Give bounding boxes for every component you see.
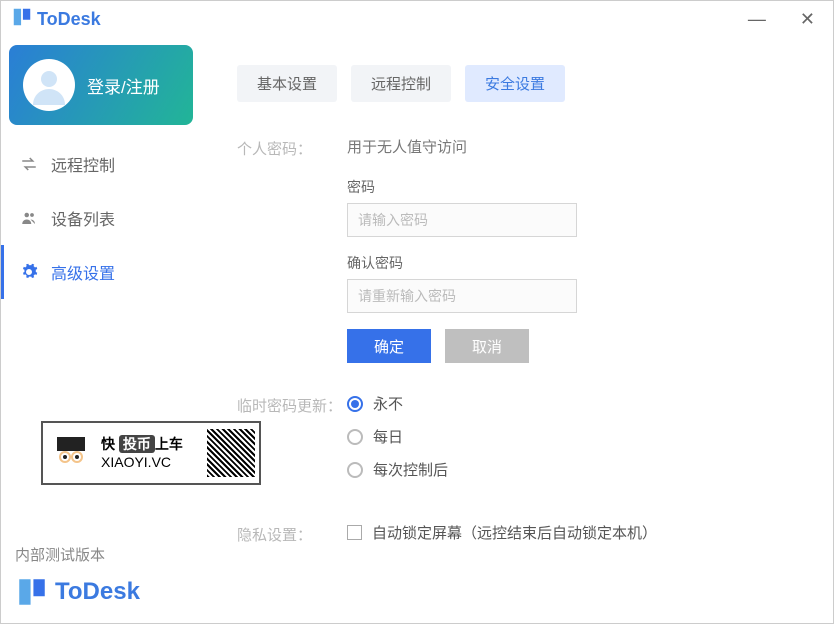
section-label: 个人密码： <box>237 136 347 363</box>
app-title: ToDesk <box>37 9 101 30</box>
swap-icon <box>19 155 39 173</box>
promo-text: 快 投币上车 XIAOYI.VC <box>101 435 183 471</box>
radio-never[interactable]: 永不 <box>347 393 797 414</box>
footer-logo: ToDesk <box>15 575 140 609</box>
radio-label: 每次控制后 <box>373 459 448 480</box>
sidebar-item-devices[interactable]: 设备列表 <box>1 191 201 245</box>
users-icon <box>19 209 39 227</box>
field-label-confirm: 确认密码 <box>347 253 797 273</box>
avatar-icon <box>23 59 75 111</box>
sidebar-item-label: 远程控制 <box>51 152 115 176</box>
cancel-button[interactable]: 取消 <box>445 329 529 363</box>
logo-icon <box>11 6 33 33</box>
sidebar-item-remote[interactable]: 远程控制 <box>1 137 201 191</box>
radio-label: 每日 <box>373 426 403 447</box>
cartoon-avatar-icon <box>47 427 95 480</box>
confirm-button[interactable]: 确定 <box>347 329 431 363</box>
promo-overlay: 快 投币上车 XIAOYI.VC <box>41 421 261 485</box>
radio-label: 永不 <box>373 393 403 414</box>
sidebar-item-label: 高级设置 <box>51 260 115 284</box>
sidebar-item-label: 设备列表 <box>51 206 115 230</box>
tab-security[interactable]: 安全设置 <box>465 65 565 102</box>
radio-daily[interactable]: 每日 <box>347 426 797 447</box>
section-privacy: 隐私设置： 自动锁定屏幕（远控结束后自动锁定本机） <box>237 522 797 555</box>
footer-brand: ToDesk <box>55 578 140 606</box>
section-temp-password: 临时密码更新： 永不 每日 每次控制后 <box>237 393 797 492</box>
checkbox-label: 自动锁定屏幕（远控结束后自动锁定本机） <box>372 522 657 543</box>
tab-basic[interactable]: 基本设置 <box>237 65 337 102</box>
titlebar: ToDesk — ✕ <box>1 1 833 37</box>
section-label: 隐私设置： <box>237 522 347 555</box>
minimize-button[interactable]: — <box>740 5 774 34</box>
tab-remote[interactable]: 远程控制 <box>351 65 451 102</box>
sidebar-item-advanced[interactable]: 高级设置 <box>1 245 201 299</box>
app-window: ToDesk — ✕ 登录/注册 远程控制 <box>0 0 834 624</box>
app-logo: ToDesk <box>11 6 101 33</box>
tabs: 基本设置 远程控制 安全设置 <box>237 65 797 102</box>
version-label: 内部测试版本 <box>15 544 140 565</box>
qr-code-icon <box>207 429 255 477</box>
login-label: 登录/注册 <box>87 73 160 98</box>
confirm-password-input[interactable] <box>347 279 577 313</box>
gear-icon <box>19 263 39 281</box>
section-personal-password: 个人密码： 用于无人值守访问 密码 确认密码 确定 取消 <box>237 136 797 363</box>
radio-after-control[interactable]: 每次控制后 <box>347 459 797 480</box>
main-panel: 基本设置 远程控制 安全设置 个人密码： 用于无人值守访问 密码 确认密码 确定… <box>201 37 833 623</box>
close-button[interactable]: ✕ <box>792 5 823 34</box>
lock-screen-option[interactable]: 自动锁定屏幕（远控结束后自动锁定本机） <box>347 522 797 543</box>
field-label-password: 密码 <box>347 177 797 197</box>
login-card[interactable]: 登录/注册 <box>9 45 193 125</box>
footer: 内部测试版本 ToDesk <box>15 544 140 609</box>
password-hint: 用于无人值守访问 <box>347 136 797 157</box>
password-input[interactable] <box>347 203 577 237</box>
checkbox-icon <box>347 525 362 540</box>
sidebar: 登录/注册 远程控制 设备列表 高级设置 <box>1 37 201 623</box>
